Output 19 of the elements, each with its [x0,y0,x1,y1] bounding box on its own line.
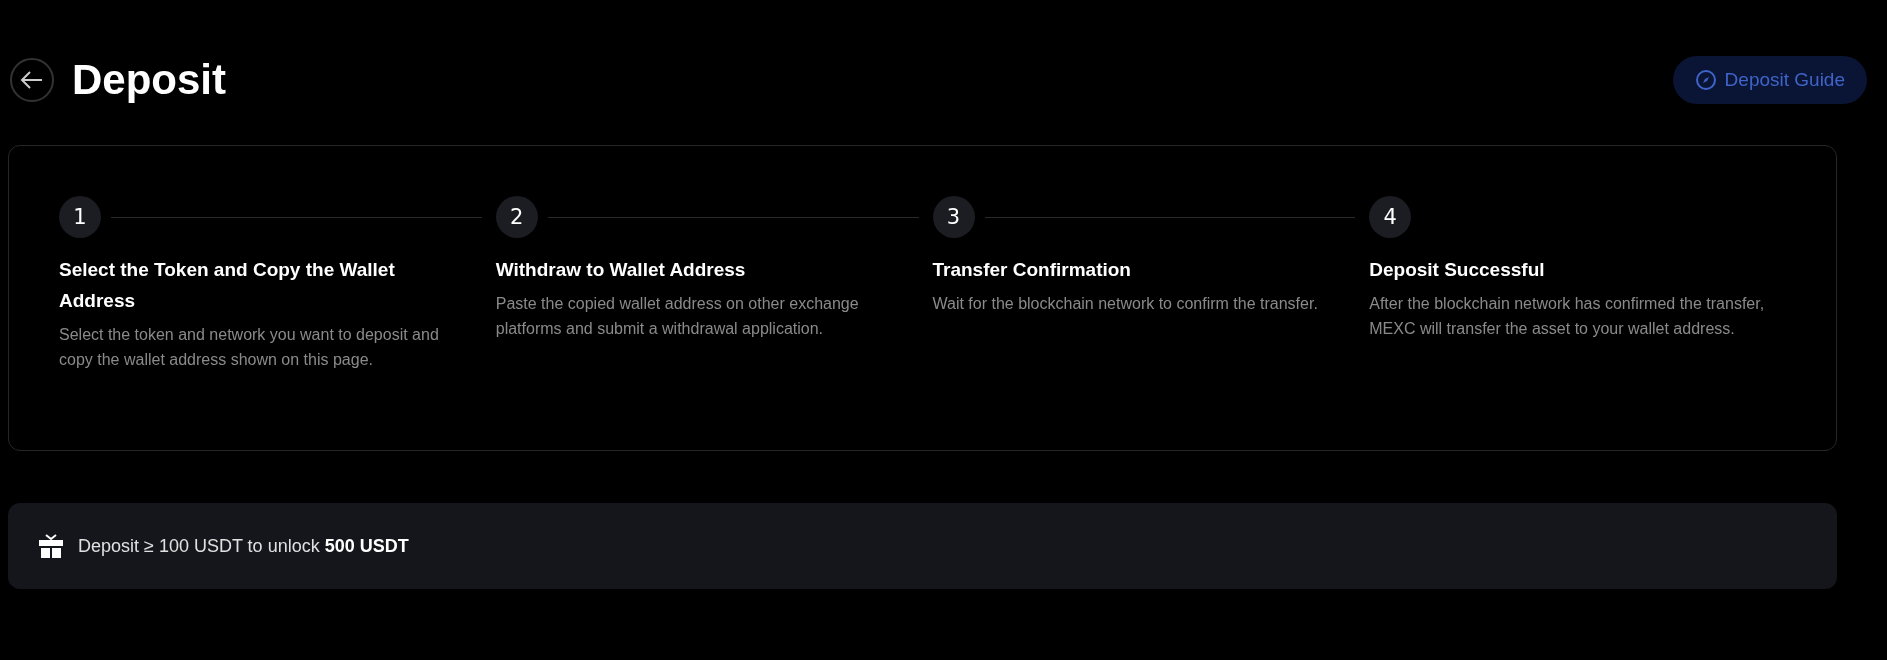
step-number: 1 [59,196,101,238]
step-number: 3 [932,196,975,238]
back-arrow-icon [20,70,44,90]
step-number: 4 [1369,196,1412,238]
step-title: Transfer Confirmation [932,258,1132,282]
compass-icon [1694,69,1717,91]
step-description: Select the token and network you want to deposit and copy the wallet address shown on this page. [59,325,440,370]
page-title: Deposit [72,56,226,104]
step-description: After the blockchain network has confirmed the transfer, MEXC will transfer the asset to your wallet address. [1369,294,1766,339]
step-description: Paste the copied wallet address on other exchange platforms and submit a withdrawal application. [495,294,860,339]
step-number: 2 [495,196,538,238]
gift-icon [38,533,64,559]
back-button[interactable] [10,58,54,102]
step-title: Withdraw to Wallet Address [495,258,747,282]
step-title: Select the Token and Copy the Wallet Address [59,258,396,313]
step-title: Deposit Successful [1369,258,1546,282]
deposit-guide-button[interactable]: Deposit Guide [1672,56,1867,104]
step-description: Wait for the blockchain network to confirm the transfer. [932,294,1319,314]
promo-text: Deposit ≥ 100 USDT to unlock 500 USDT [78,535,409,557]
